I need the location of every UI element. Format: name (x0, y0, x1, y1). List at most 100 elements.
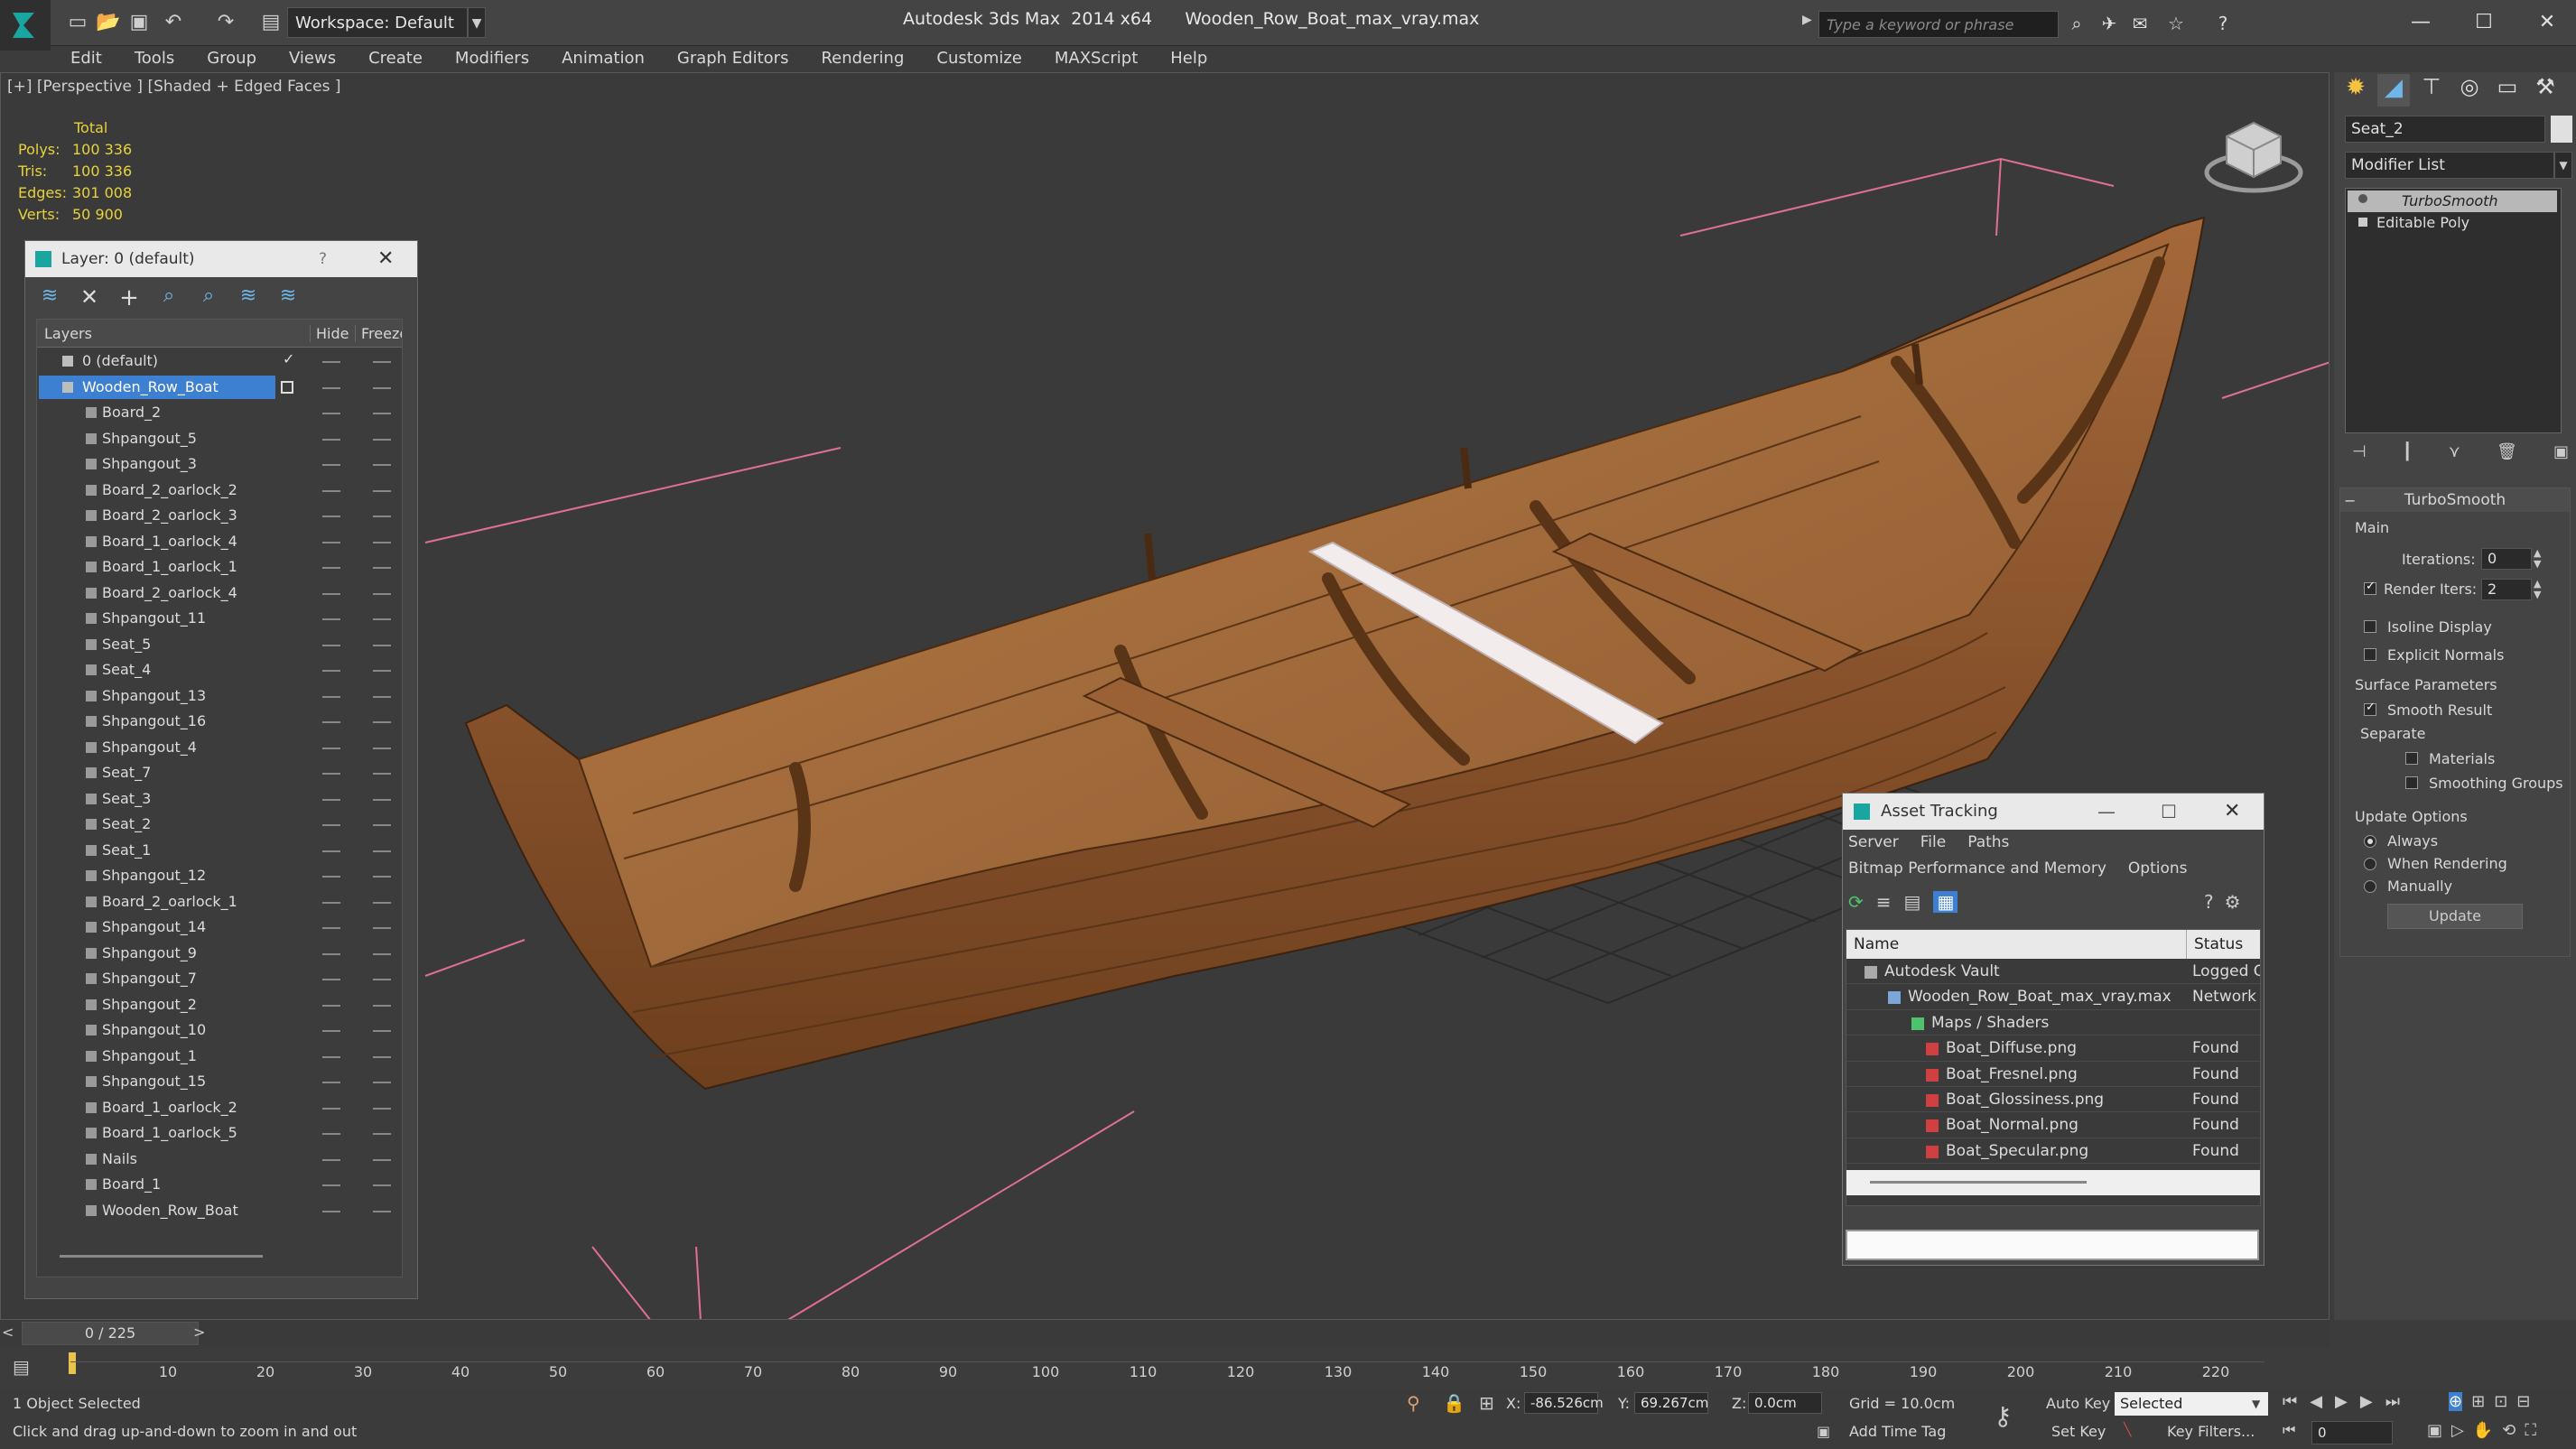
freeze-toggle[interactable] (373, 644, 391, 646)
layer-row[interactable]: Seat_7 (37, 760, 402, 786)
layer-row[interactable]: Board_1_oarlock_1 (37, 554, 402, 581)
hide-toggle[interactable] (322, 618, 340, 620)
freeze-toggle[interactable] (373, 1055, 391, 1058)
help-icon[interactable]: ? (319, 241, 327, 277)
isolate-selection-icon[interactable]: ⚲ (1407, 1392, 1420, 1414)
maximize-icon[interactable]: ☐ (2161, 794, 2177, 830)
add-time-tag[interactable]: Add Time Tag (1849, 1423, 1946, 1440)
highlight-layer-icon[interactable]: ⌕ (195, 284, 222, 311)
layer-row[interactable]: 0 (default) ✓ (37, 348, 402, 375)
next-key-icon[interactable]: ▶ (2360, 1392, 2373, 1411)
settings-icon[interactable]: ⚙ (2225, 891, 2241, 913)
hide-toggle[interactable] (322, 567, 340, 569)
modifier-stack[interactable]: TurboSmooth Editable Poly (2345, 188, 2562, 433)
menu-group[interactable]: Group (191, 49, 273, 68)
hide-toggle[interactable] (322, 644, 340, 646)
time-slider[interactable]: 0 / 225 (22, 1322, 199, 1345)
refresh-icon[interactable]: ⟳ (1848, 891, 1864, 913)
iterations-spinner[interactable]: 0 (2481, 548, 2532, 570)
favorites-star-icon[interactable]: ☆ (2163, 11, 2189, 36)
freeze-toggle[interactable] (373, 567, 391, 569)
layer-row[interactable]: Board_2 (37, 400, 402, 426)
go-to-end-icon[interactable]: ⏭ (2385, 1392, 2400, 1411)
display-tab-icon[interactable]: ▭ (2491, 74, 2524, 107)
materials-checkbox[interactable] (2405, 752, 2418, 765)
rollout-title[interactable]: TurboSmooth (2340, 488, 2570, 512)
smoothing-groups-checkbox[interactable] (2405, 776, 2418, 789)
freeze-toggle[interactable] (373, 541, 391, 543)
asset-row[interactable]: Boat_Diffuse.png Found (1846, 1036, 2260, 1062)
layer-row[interactable]: Shpangout_11 (37, 606, 402, 632)
mini-curve-editor-icon[interactable]: ▤ (13, 1356, 30, 1378)
hide-toggle[interactable] (322, 1210, 340, 1212)
freeze-toggle[interactable] (373, 1082, 391, 1083)
freeze-toggle[interactable] (373, 721, 391, 723)
set-key-button[interactable]: Set Key (2051, 1423, 2106, 1440)
asset-row[interactable]: Boat_Glossiness.png Found (1846, 1087, 2260, 1113)
select-objects-icon[interactable]: ⌕ (155, 284, 182, 311)
isoline-display-checkbox[interactable] (2364, 620, 2376, 633)
redo-icon[interactable]: ↷ (213, 9, 238, 34)
hide-toggle[interactable] (322, 1107, 340, 1110)
freeze-toggle[interactable] (373, 850, 391, 852)
freeze-toggle[interactable] (373, 361, 391, 363)
pin-stack-icon[interactable]: ⊣ (2352, 442, 2367, 469)
layer-row[interactable]: Shpangout_12 (37, 863, 402, 889)
layer-row[interactable]: Shpangout_7 (37, 966, 402, 992)
utilities-tab-icon[interactable]: ⚒ (2529, 74, 2562, 107)
col-status[interactable]: Status (2186, 930, 2243, 959)
time-tag-icon[interactable]: ▣ (1817, 1423, 1830, 1440)
lightbulb-icon[interactable] (2358, 194, 2367, 203)
freeze-toggle[interactable] (373, 927, 391, 929)
horizontal-scrollbar[interactable] (60, 1255, 263, 1258)
freeze-toggle[interactable] (373, 1184, 391, 1186)
delete-layer-icon[interactable]: ✕ (76, 284, 103, 311)
menu-file[interactable]: File (1920, 833, 1946, 851)
hide-toggle[interactable] (322, 850, 340, 852)
freeze-toggle[interactable] (373, 1107, 391, 1110)
hide-toggle[interactable] (322, 695, 340, 698)
col-layers[interactable]: Layers (44, 325, 92, 342)
x-coordinate-field[interactable]: -86.526cm (1524, 1392, 1604, 1414)
workspace-dropdown[interactable]: Workspace: Default (287, 7, 468, 38)
col-name[interactable]: Name (1854, 935, 1899, 953)
asset-row[interactable]: Boat_Normal.png Found (1846, 1112, 2260, 1138)
minimize-icon[interactable]: — (2400, 5, 2441, 38)
layer-row[interactable]: Board_2_oarlock_2 (37, 478, 402, 504)
layer-row[interactable]: Seat_3 (37, 786, 402, 813)
layer-row[interactable]: Board_1_oarlock_4 (37, 529, 402, 555)
hide-toggle[interactable] (322, 901, 340, 904)
freeze-toggle[interactable] (373, 773, 391, 775)
asset-row[interactable]: Boat_Specular.png Found (1846, 1138, 2260, 1165)
hide-toggle[interactable] (322, 824, 340, 826)
chevron-down-icon[interactable]: ▼ (468, 7, 486, 38)
layer-row[interactable]: Shpangout_9 (37, 941, 402, 967)
hide-toggle[interactable] (322, 1030, 340, 1032)
hide-toggle[interactable] (322, 464, 340, 466)
undo-icon[interactable]: ↶ (161, 9, 186, 34)
play-icon[interactable]: ▶ (2335, 1392, 2348, 1411)
stack-item-editable-poly[interactable]: Editable Poly (2348, 212, 2557, 234)
freeze-toggle[interactable] (373, 1210, 391, 1212)
render-iters-checkbox[interactable]: ✓ (2364, 580, 2376, 595)
layer-row[interactable]: Board_2_oarlock_4 (37, 581, 402, 607)
layer-row[interactable]: Board_1 (37, 1172, 402, 1198)
new-file-icon[interactable]: ▭ (65, 9, 90, 34)
current-layer-check-icon[interactable]: ✓ (283, 350, 294, 367)
asset-path-field[interactable] (1846, 1230, 2259, 1260)
lock-icon[interactable]: 🔒 (1443, 1392, 1465, 1414)
smooth-result-checkbox[interactable]: ✓ (2364, 701, 2376, 716)
col-hide[interactable]: Hide (310, 325, 349, 342)
freeze-toggle[interactable] (373, 1133, 391, 1135)
when-rendering-radio[interactable] (2364, 858, 2376, 870)
open-file-icon[interactable]: 📂 (96, 9, 121, 34)
zoom-extents-all-icon[interactable]: ⊟ (2516, 1392, 2530, 1411)
col-freeze[interactable]: Freeze (355, 325, 402, 342)
layer-row[interactable]: Shpangout_4 (37, 735, 402, 761)
zoom-extents-icon[interactable]: ⊡ (2494, 1392, 2507, 1411)
hide-toggle[interactable] (322, 876, 340, 878)
hide-all-icon[interactable]: ≋ (235, 284, 262, 311)
menu-server[interactable]: Server (1848, 833, 1899, 851)
key-mode-toggle-icon[interactable]: ⏮ (2283, 1421, 2295, 1439)
remove-modifier-icon[interactable]: 🗑 (2497, 442, 2517, 469)
